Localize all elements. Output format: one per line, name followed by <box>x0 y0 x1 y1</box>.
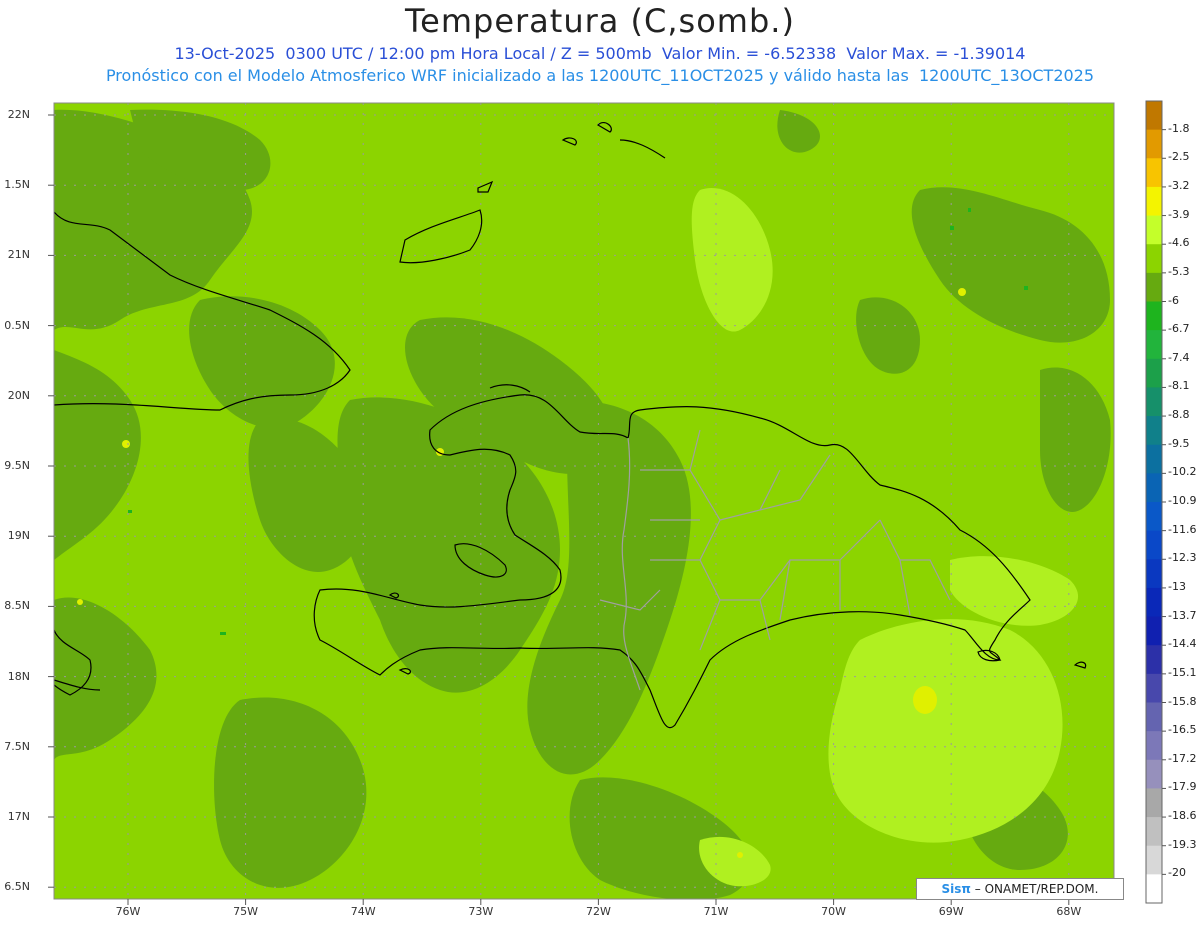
colorbar-segment <box>1146 215 1162 245</box>
colorbar-label: -8.8 <box>1168 408 1190 422</box>
lon-label: 72W <box>585 905 611 918</box>
colorbar-segment <box>1146 301 1162 331</box>
temperature-field <box>54 103 1114 899</box>
colorbar-segment <box>1146 186 1162 217</box>
colorbar-label: -2.5 <box>1168 150 1190 164</box>
colorbar-label: -13.7 <box>1168 608 1197 622</box>
lat-label: 0.5N <box>4 318 30 332</box>
lat-label: 21N <box>7 248 30 262</box>
lon-label: 76W <box>115 905 141 918</box>
colorbar-label: -13 <box>1168 579 1186 593</box>
lon-label: 71W <box>703 905 729 918</box>
colorbar-segment <box>1146 330 1162 360</box>
colorbar-segment <box>1146 702 1162 732</box>
colorbar-segment <box>1146 416 1162 446</box>
colorbar-segment <box>1146 759 1162 789</box>
colorbar-segment <box>1146 559 1162 589</box>
colorbar-segment <box>1146 101 1162 131</box>
colorbar-label: -12.3 <box>1168 551 1197 565</box>
colorbar-label: -14.4 <box>1168 637 1197 651</box>
colorbar-label: -3.2 <box>1168 178 1190 192</box>
colorbar-segment <box>1146 358 1162 388</box>
lat-label: 20N <box>7 388 30 402</box>
colorbar-label: -1.8 <box>1168 121 1190 135</box>
colorbar-label: -11.6 <box>1168 522 1197 536</box>
colorbar-segment <box>1146 817 1162 847</box>
colorbar-segment <box>1146 645 1162 675</box>
colorbar-label: -10.9 <box>1168 494 1197 507</box>
lat-label: 1.5N <box>4 178 30 192</box>
colorbar-segment <box>1146 272 1162 302</box>
colorbar-segment <box>1146 129 1162 159</box>
lat-label: 6.5N <box>4 880 30 894</box>
colorbar-label: -8.1 <box>1168 379 1190 393</box>
colorbar-label: -7.4 <box>1168 350 1190 364</box>
colorbar-label: -9.5 <box>1168 436 1190 450</box>
colorbar-label: -4.6 <box>1168 236 1190 250</box>
lat-label: 8.5N <box>4 599 30 613</box>
colorbar-segment <box>1146 244 1162 274</box>
lat-label: 22N <box>7 108 30 121</box>
lat-label: 17N <box>7 810 30 823</box>
lon-label: 73W <box>468 905 494 918</box>
colorbar-segment <box>1146 616 1162 646</box>
colorbar-segment <box>1146 444 1162 474</box>
colorbar-segment <box>1146 473 1162 503</box>
colorbar-label: -19.3 <box>1168 837 1197 851</box>
lon-label: 75W <box>233 905 259 918</box>
lon-label: 70W <box>821 905 847 918</box>
colorbar-segment <box>1146 530 1162 560</box>
colorbar-label: -15.8 <box>1168 694 1197 708</box>
lat-label: 18N <box>7 669 30 683</box>
colorbar-label: -6 <box>1168 293 1179 307</box>
lon-label: 68W <box>1056 905 1082 918</box>
colorbar-label: -6.7 <box>1168 322 1190 336</box>
sispi-logo: Sisπ <box>941 882 971 896</box>
colorbar-segment <box>1146 874 1162 904</box>
colorbar-label: -17.9 <box>1168 780 1197 794</box>
colorbar-segment <box>1146 845 1162 875</box>
colorbar-label: -16.5 <box>1168 723 1197 737</box>
colorbar-label: -10.2 <box>1168 465 1197 479</box>
lat-label: 19N <box>7 529 30 543</box>
map-figure <box>48 100 1166 905</box>
colorbar-label: -15.1 <box>1168 665 1197 679</box>
colorbar-segment <box>1146 731 1162 761</box>
colorbar-segment <box>1146 788 1162 818</box>
colorbar-label: -18.6 <box>1168 809 1197 823</box>
colorbar-segment <box>1146 673 1162 703</box>
lat-label: 9.5N <box>4 459 30 472</box>
colorbar-label: -5.3 <box>1168 264 1190 278</box>
lon-label: 69W <box>938 905 964 918</box>
colorbar-segment <box>1146 158 1162 188</box>
colorbar-segment <box>1146 587 1162 618</box>
colorbar-label: -20 <box>1168 866 1186 880</box>
credit-box: Sisπ – ONAMET/REP.DOM. <box>916 878 1124 900</box>
colorbar-label: -17.2 <box>1168 751 1197 765</box>
colorbar-segment <box>1146 387 1162 417</box>
lat-label: 7.5N <box>4 739 30 753</box>
colorbar <box>1145 100 1166 904</box>
lon-label: 74W <box>350 905 376 918</box>
colorbar-segment <box>1146 502 1162 532</box>
colorbar-label: -3.9 <box>1168 207 1190 221</box>
credit-text: – ONAMET/REP.DOM. <box>974 882 1099 896</box>
